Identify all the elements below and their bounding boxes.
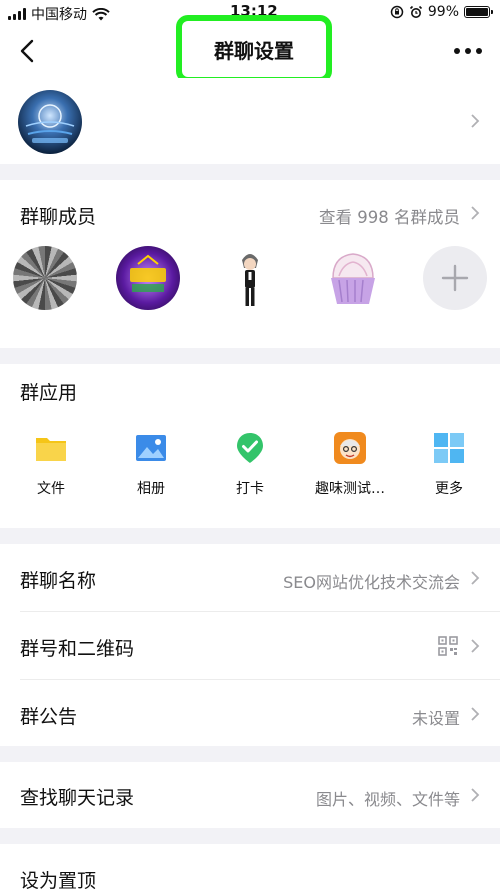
group-notice-row[interactable]: 群公告 未设置 [0,680,500,746]
check-in-icon [237,433,263,463]
members-label: 群聊成员 [20,206,97,228]
wifi-icon [92,7,110,20]
search-history-row[interactable]: 查找聊天记录 图片、视频、文件等 [0,762,500,828]
group-qr-label: 群号和二维码 [20,638,135,660]
group-notice-value: 未设置 [411,709,460,728]
carrier-label: 中国移动 [31,7,87,23]
member-avatar-3[interactable] [218,246,282,310]
app-label: 趣味测试… [315,481,385,497]
app-more[interactable]: 更多 [409,432,489,498]
group-header[interactable] [0,78,500,164]
view-all-members-link[interactable]: 查看 998 名群成员 [319,204,460,228]
chevron-right-icon [471,639,480,653]
search-history-value: 图片、视频、文件等 [315,790,460,809]
pin-label: 设为置顶 [20,870,97,889]
member-avatar-2[interactable] [116,246,180,310]
qr-code-icon [438,636,458,656]
seo-logo-icon [25,104,75,143]
folder-icon [36,438,66,461]
alarm-icon [409,5,422,18]
rotation-lock-icon [390,5,404,19]
status-right: 99% [390,4,493,20]
photo-album-icon [136,435,166,461]
add-member-button[interactable] [423,246,487,310]
title-highlight-box: 群聊设置 [176,15,332,83]
battery-percent: 99% [427,4,459,20]
fun-test-icon [334,432,366,464]
badge-logo-icon [130,254,166,292]
app-label: 文件 [37,481,65,497]
more-options-icon[interactable] [454,48,482,54]
chevron-right-icon [471,114,480,128]
member-avatar-1[interactable] [13,246,77,310]
signal-icon [8,8,26,20]
group-notice-label: 群公告 [20,706,78,728]
cupcake-icon [331,253,375,304]
app-fun-test[interactable]: 趣味测试… [310,432,390,498]
group-name-row[interactable]: 群聊名称 SEO网站优化技术交流会 [0,544,500,611]
app-label: 打卡 [236,481,264,497]
cartoon-person-icon [242,254,258,306]
chevron-right-icon [471,788,480,802]
nav-bar: 群聊设置 [0,15,500,83]
group-apps-label: 群应用 [20,382,78,404]
app-album[interactable]: 相册 [111,432,191,498]
back-arrow-icon[interactable] [14,36,42,66]
page-title: 群聊设置 [214,38,294,63]
group-name-label: 群聊名称 [20,570,97,592]
plus-icon [441,264,469,292]
app-label: 相册 [137,481,165,497]
pin-row[interactable]: 设为置顶 [0,844,500,889]
chevron-right-icon [471,571,480,585]
members-section: 群聊成员 查看 998 名群成员 [0,180,500,348]
app-label: 更多 [435,481,463,497]
member-avatar-4[interactable] [321,246,385,310]
app-file[interactable]: 文件 [11,432,91,498]
group-qr-row[interactable]: 群号和二维码 [0,612,500,679]
chevron-right-icon [471,707,480,721]
app-checkin[interactable]: 打卡 [210,432,290,498]
group-info-section: 群聊名称 SEO网站优化技术交流会 群号和二维码 群公告 未设置 [0,544,500,746]
search-history-label: 查找聊天记录 [20,787,135,809]
group-name-value: SEO网站优化技术交流会 [283,573,460,592]
chevron-right-icon [471,206,480,220]
grid-more-icon [434,433,464,463]
group-avatar [18,90,82,154]
battery-icon [464,6,493,18]
status-left: 中国移动 [8,4,110,24]
